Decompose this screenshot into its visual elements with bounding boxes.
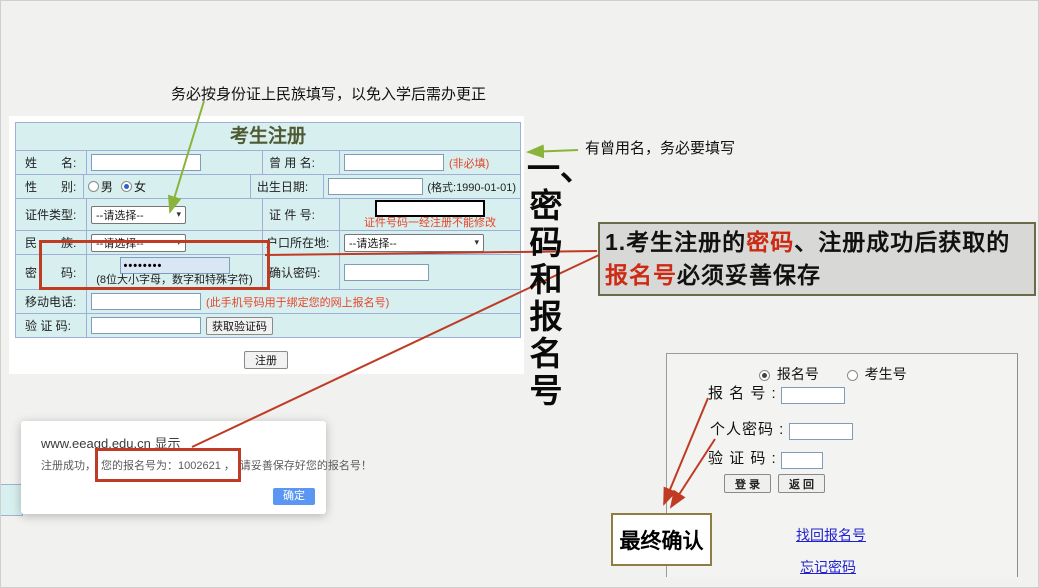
get-captcha-button[interactable]: 获取验证码 (206, 317, 273, 335)
regnumber-radio-label: 报名号 (777, 366, 819, 382)
chevron-down-icon: ▾ (176, 209, 181, 220)
tutorial-slide: 务必按身份证上民族填写，以免入学后需办更正 考生注册 姓 名: 曾 用 名: (… (0, 0, 1039, 588)
login-regnumber-input[interactable] (781, 387, 845, 404)
birthdate-input[interactable] (328, 178, 423, 195)
login-button[interactable]: 登 录 (724, 474, 771, 493)
birthdate-label: 出生日期: (251, 175, 324, 198)
login-regnumber-label: 报 名 号 : (708, 385, 777, 402)
dialog-ok-button[interactable]: 确定 (273, 488, 315, 505)
female-radio[interactable] (121, 181, 132, 192)
login-captcha-row: 验 证 码 : (708, 447, 823, 469)
residence-select[interactable]: --请选择-- ▾ (344, 234, 484, 252)
back-button[interactable]: 返 回 (778, 474, 825, 493)
form-title: 考生注册 (16, 123, 520, 150)
id-number-label: 证 件 号: (263, 199, 340, 230)
forgot-password-link[interactable]: 忘记密码 (800, 557, 856, 577)
background-page-fragment (1, 484, 23, 516)
login-captcha-input[interactable] (781, 452, 823, 469)
login-password-input[interactable] (789, 423, 853, 440)
gender-label: 性 别: (16, 175, 84, 198)
male-radio[interactable] (88, 181, 99, 192)
password-highlight-box (39, 240, 270, 290)
id-type-select[interactable]: --请选择-- ▾ (91, 206, 186, 224)
female-radio-label: 女 (134, 178, 146, 195)
login-password-label: 个人密码 : (710, 421, 784, 438)
id-number-hint: 证件号码一经注册不能修改 (364, 217, 496, 230)
id-type-label: 证件类型: (16, 199, 87, 230)
captcha-label: 验 证 码: (16, 314, 87, 337)
birthdate-format-note: (格式:1990-01-01) (427, 179, 516, 195)
former-name-note: (非必填) (449, 155, 489, 171)
callout-keyword-regnumber: 报名号 (605, 262, 677, 288)
register-button[interactable]: 注册 (244, 351, 288, 369)
captcha-input[interactable] (91, 317, 201, 334)
chevron-down-icon: ▾ (474, 237, 479, 248)
dialog-body: 注册成功，您的报名号为：1002621 ，请妥善保存好您的报名号！ (41, 454, 372, 476)
login-captcha-label: 验 证 码 : (708, 450, 777, 467)
row-id: 证件类型: --请选择-- ▾ 证 件 号: 证件号码一经注册不能修改 (16, 198, 520, 230)
male-radio-label: 男 (101, 178, 113, 195)
login-type-radio-row: 报名号 考生号 (759, 364, 907, 384)
name-input[interactable] (91, 154, 201, 171)
final-confirm-box: 最终确认 (611, 513, 712, 566)
mobile-note: (此手机号码用于绑定您的网上报名号) (206, 294, 389, 310)
row-gender: 性 别: 男 女 出生日期: (格式:1990-01-01) (16, 174, 520, 198)
candidate-number-radio[interactable] (847, 370, 858, 381)
row-mobile: 移动电话: (此手机号码用于绑定您的网上报名号) (16, 289, 520, 313)
section-vertical-title: 一、密码和报名号 (527, 150, 565, 409)
password-callout-box: 1.考生注册的密码、注册成功后获取的报名号必须妥善保存 (598, 222, 1036, 296)
registration-form-table: 考生注册 姓 名: 曾 用 名: (非必填) 性 别: 男 女 出生日期: (格… (15, 122, 521, 338)
residence-label: 户口所在地: (263, 231, 340, 254)
callout-keyword-password: 密码 (746, 229, 794, 255)
former-name-label: 曾 用 名: (263, 151, 340, 174)
mobile-input[interactable] (91, 293, 201, 310)
recover-regnumber-link[interactable]: 找回报名号 (796, 525, 866, 545)
confirm-password-label: 确认密码: (263, 255, 340, 289)
name-label: 姓 名: (16, 151, 87, 174)
mobile-label: 移动电话: (16, 290, 87, 313)
row-name: 姓 名: 曾 用 名: (非必填) (16, 150, 520, 174)
login-password-row: 个人密码 : (710, 418, 853, 440)
former-name-input[interactable] (344, 154, 444, 171)
candidate-number-radio-label: 考生号 (865, 366, 907, 382)
browser-alert-dialog: www.eeagd.edu.cn 显示 注册成功，您的报名号为：1002621 … (21, 421, 326, 514)
row-captcha: 验 证 码: 获取验证码 (16, 313, 520, 337)
regnumber-radio[interactable] (759, 370, 770, 381)
regnumber-highlight-box: 您的报名号为：1002621 ， (95, 448, 241, 482)
ethnicity-annotation: 务必按身份证上民族填写，以免入学后需办更正 (171, 83, 486, 104)
login-regnumber-row: 报 名 号 : (708, 382, 845, 404)
confirm-password-input[interactable] (344, 264, 429, 281)
former-name-annotation: 有曾用名，务必要填写 (585, 137, 735, 158)
id-number-input[interactable] (375, 200, 485, 217)
